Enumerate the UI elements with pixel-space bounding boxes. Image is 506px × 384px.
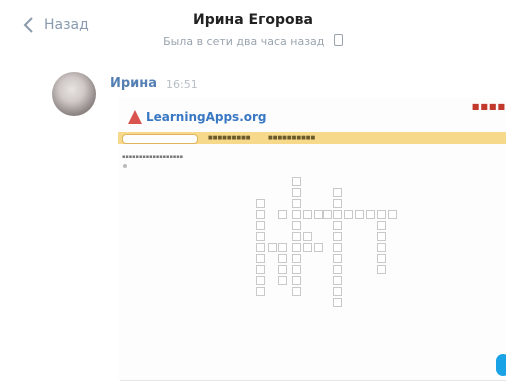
avatar[interactable] — [52, 72, 96, 116]
floating-action-button[interactable] — [496, 354, 506, 376]
status-text: Была в сети два часа назад — [163, 35, 325, 48]
crossword-cell — [256, 276, 265, 285]
crossword-cell — [292, 188, 301, 197]
crossword-cell — [292, 210, 301, 219]
crossword-cell — [292, 199, 301, 208]
crossword-cell — [292, 254, 301, 263]
crossword-cell — [278, 254, 287, 263]
image-attachment[interactable]: LearningApps.org ■■■■ ■■■■■■■■■ ■■■■■■■■… — [118, 98, 506, 380]
crossword-cell — [256, 254, 265, 263]
crossword-cell — [388, 210, 397, 219]
top-bar: Назад Ирина Егорова Была в сети два часа… — [0, 0, 506, 60]
crossword-cell — [366, 210, 375, 219]
crossword-cell — [256, 221, 265, 230]
crossword-cell — [323, 210, 332, 219]
flag-icons: ■■■■ — [471, 102, 506, 111]
crossword-cell — [333, 221, 342, 230]
crossword-cell — [268, 243, 277, 252]
crossword-cell — [377, 210, 386, 219]
crossword-cell — [278, 276, 287, 285]
crossword-cell — [333, 276, 342, 285]
site-name: LearningApps.org — [146, 110, 267, 124]
crossword-cell — [333, 243, 342, 252]
crossword-cell — [355, 210, 364, 219]
crossword-cell — [333, 232, 342, 241]
contact-name[interactable]: Ирина Егорова — [0, 12, 506, 28]
crossword-cell — [256, 232, 265, 241]
crossword-cell — [292, 177, 301, 186]
crossword-cell — [256, 287, 265, 296]
crossword-cell — [333, 265, 342, 274]
learningapps-logo: LearningApps.org — [128, 110, 267, 124]
composer-divider — [120, 380, 506, 381]
crossword-cell — [256, 243, 265, 252]
contact-status: Была в сети два часа назад — [0, 34, 506, 48]
crossword-cell — [256, 210, 265, 219]
subtitle-line: ▪▪▪▪▪▪▪▪▪▪▪▪▪▪▪▪▪▪ — [122, 154, 183, 160]
crossword-cell — [333, 298, 342, 307]
crossword-cell — [314, 210, 323, 219]
search-field — [122, 134, 198, 144]
crossword-cell — [333, 287, 342, 296]
crossword-cell — [377, 265, 386, 274]
crossword-cell — [303, 243, 312, 252]
crossword-cell — [278, 210, 287, 219]
crossword-cell — [377, 243, 386, 252]
crossword-cell — [303, 232, 312, 241]
crossword-cell — [377, 232, 386, 241]
message-author[interactable]: Ирина — [110, 76, 157, 91]
nav-tab-2: ■■■■■■■■■■ — [268, 135, 316, 141]
crossword-cell — [333, 210, 342, 219]
crossword-cell — [256, 265, 265, 274]
crossword-cell — [333, 199, 342, 208]
message-time: 16:51 — [166, 78, 198, 91]
crossword-cell — [333, 254, 342, 263]
crossword-cell — [377, 254, 386, 263]
crossword-cell — [344, 210, 353, 219]
small-dot — [123, 164, 127, 168]
crossword-cell — [292, 276, 301, 285]
crossword-cell — [303, 210, 312, 219]
crossword-cell — [292, 243, 301, 252]
phone-icon — [333, 34, 343, 46]
crossword-cell — [278, 265, 287, 274]
nav-tab-1: ■■■■■■■■■ — [208, 135, 251, 141]
crossword-cell — [292, 287, 301, 296]
crossword-cell — [292, 232, 301, 241]
crossword-cell — [333, 188, 342, 197]
logo-triangle-icon — [128, 110, 142, 124]
crossword-cell — [292, 265, 301, 274]
crossword-cell — [314, 243, 323, 252]
crossword-cell — [377, 221, 386, 230]
crossword-cell — [278, 243, 287, 252]
crossword-cell — [256, 199, 265, 208]
crossword-cell — [292, 221, 301, 230]
